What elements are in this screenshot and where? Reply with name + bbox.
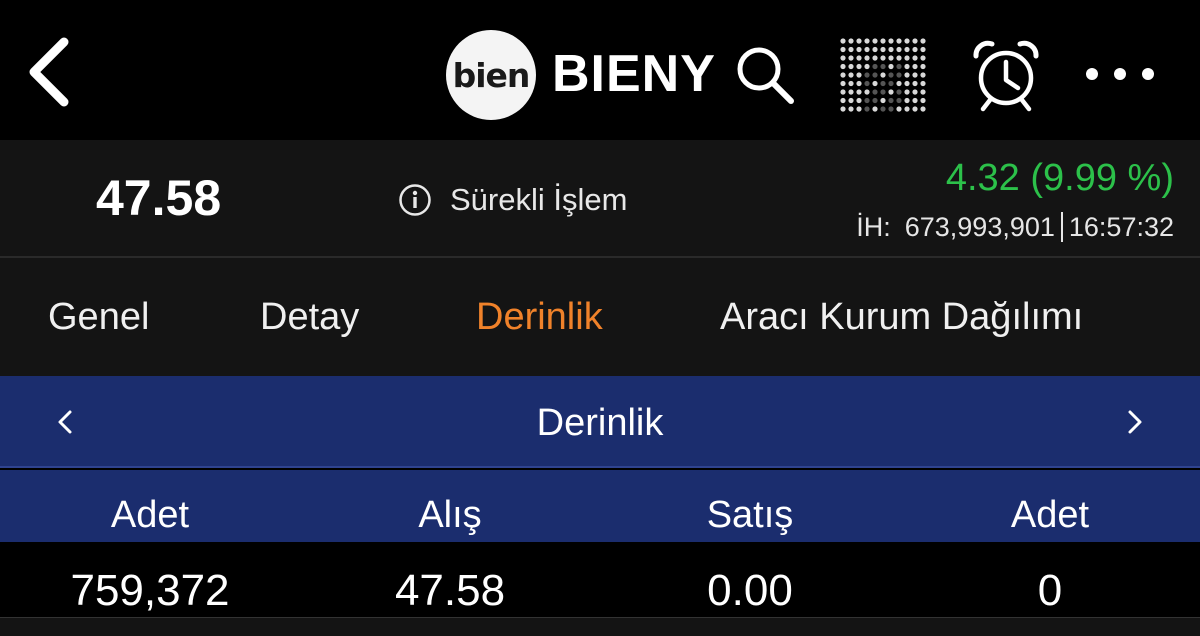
info-icon (399, 184, 431, 216)
last-price: 47.58 (96, 170, 222, 226)
tab-bar: Genel Detay Derinlik Aracı Kurum Dağılım… (0, 258, 1200, 376)
tab-derinlik[interactable]: Derinlik (476, 294, 603, 340)
chevron-right-icon (1128, 410, 1142, 434)
company-logo: bien (446, 30, 536, 120)
depth-column-header: Adet Alış Satış Adet (0, 470, 1200, 542)
trading-status[interactable]: Sürekli İşlem (398, 182, 627, 218)
section-title: Derinlik (536, 402, 664, 444)
alarm-button[interactable] (970, 38, 1042, 112)
more-button[interactable] (1082, 56, 1158, 92)
dot-grid-button[interactable] (838, 36, 928, 114)
volume-label: İH: (856, 212, 891, 242)
section-header: Derinlik (0, 376, 1200, 468)
back-button[interactable] (22, 36, 78, 108)
last-update-time: 16:57:32 (1068, 212, 1174, 242)
column-bid-price: Alış (418, 494, 482, 536)
dot-grid-icon (840, 38, 926, 112)
tab-genel[interactable]: Genel (48, 294, 149, 340)
tab-araci-kurum-dagilimi[interactable]: Aracı Kurum Dağılımı (720, 294, 1083, 340)
column-ask-quantity: Adet (1010, 494, 1090, 536)
top-bar: bien BIENY (0, 0, 1200, 140)
ticker-symbol: BIENY (552, 45, 716, 103)
next-section-button[interactable] (1120, 404, 1150, 440)
column-ask-price: Satış (706, 494, 794, 536)
divider (1060, 212, 1063, 242)
logo-text: bien (452, 55, 531, 95)
bid-quantity-cell: 759,372 (70, 566, 230, 615)
column-bid-quantity: Adet (110, 494, 190, 536)
trading-status-label: Sürekli İşlem (450, 182, 628, 217)
table-row[interactable]: 759,372 47.58 0.00 0 (0, 542, 1200, 618)
more-dots-icon (1086, 68, 1154, 80)
price-bar: 47.58 Sürekli İşlem 4.32 (9.99 %) İH: 67… (0, 140, 1200, 258)
volume-value: 673,993,901 (904, 212, 1055, 242)
bottom-strip (0, 618, 1200, 636)
chevron-left-icon (29, 37, 69, 107)
price-change: 4.32 (9.99 %) (945, 157, 1174, 199)
tab-detay[interactable]: Detay (260, 294, 359, 340)
alarm-clock-icon (973, 40, 1039, 112)
ask-quantity-cell: 0 (1037, 566, 1063, 615)
search-button[interactable] (734, 44, 796, 106)
bid-price-cell: 47.58 (394, 566, 506, 615)
search-icon (737, 47, 794, 104)
ask-price-cell: 0.00 (707, 566, 793, 615)
volume-line: İH: 673,993,901 16:57:32 (856, 210, 1174, 244)
